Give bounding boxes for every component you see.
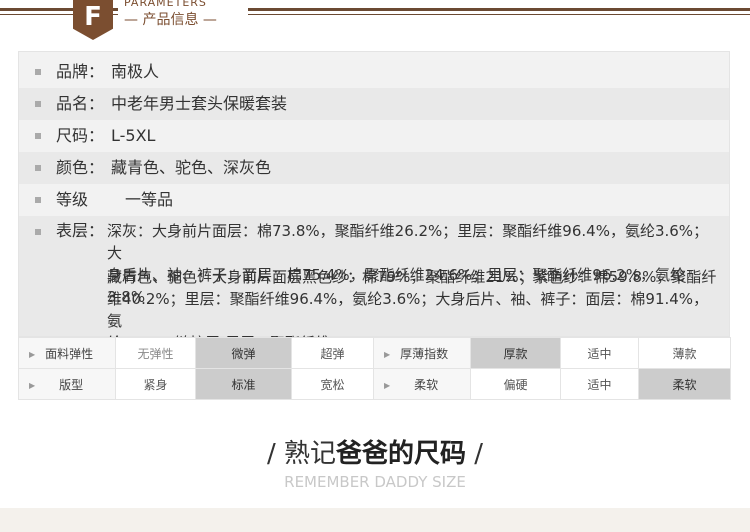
- title-bold: 爸爸的尺码: [335, 439, 466, 469]
- option-soft: 柔软: [638, 368, 731, 400]
- info-value: 南极人: [111, 62, 160, 81]
- option-slim: 紧身: [115, 368, 196, 400]
- option-moderate: 适中: [560, 368, 639, 400]
- size-section-subtitle: REMEMBER DADDY SIZE: [284, 473, 466, 491]
- triangle-right-icon: ▶: [384, 349, 391, 359]
- bullet-icon: [35, 133, 41, 139]
- option-medium: 适中: [560, 337, 639, 369]
- product-info-panel: 品牌： 南极人 品名： 中老年男士套头保暖套装 尺码： L-5XL 颜色： 藏青…: [18, 51, 730, 352]
- fabric-line: 深灰：大身前片面层：棉73.8%，聚酯纤维26.2%；里层：聚酯纤维96.4%，…: [107, 222, 709, 262]
- attribute-label-text: 版型: [59, 377, 84, 392]
- size-section-title: / 熟记爸爸的尺码 /: [0, 433, 750, 470]
- attribute-label-fit: ▶ 版型: [18, 368, 116, 400]
- option-thick: 厚款: [470, 337, 561, 369]
- option-thin: 薄款: [638, 337, 731, 369]
- bullet-icon: [35, 229, 41, 235]
- info-row-name: 品名： 中老年男士套头保暖套装: [19, 88, 729, 120]
- info-value: 一等品: [125, 190, 174, 209]
- attribute-label-thickness: ▶ 厚薄指数: [373, 337, 471, 369]
- info-row-brand: 品牌： 南极人: [19, 56, 729, 88]
- attribute-label-text: 柔软: [414, 377, 439, 392]
- fabric-line: 藏青色、驼色：大身前片面层黑色纱：棉79%，聚酯纤维21%；紫色纱：棉59.8%…: [107, 268, 717, 286]
- section-badge: F: [73, 0, 113, 40]
- attribute-table: ▶ 面料弹性 无弹性 微弹 超弹 ▶ 厚薄指数 厚款 适中 薄款 ▶ 版型 紧身 标准…: [18, 337, 731, 400]
- info-value: L-5XL: [111, 126, 156, 145]
- info-row-color: 颜色： 藏青色、驼色、深灰色: [19, 152, 729, 184]
- option-no-stretch: 无弹性: [115, 337, 196, 369]
- option-super-stretch: 超弹: [291, 337, 374, 369]
- bullet-icon: [35, 197, 41, 203]
- attribute-row: ▶ 版型 紧身 标准 宽松 ▶ 柔软 偏硬 适中 柔软: [18, 368, 731, 400]
- option-stiff: 偏硬: [470, 368, 561, 400]
- attribute-label-elasticity: ▶ 面料弹性: [18, 337, 116, 369]
- info-label: 品名：: [56, 94, 105, 113]
- attribute-label-softness: ▶ 柔软: [373, 368, 471, 400]
- bullet-icon: [35, 69, 41, 75]
- bullet-icon: [35, 101, 41, 107]
- option-standard: 标准: [195, 368, 292, 400]
- option-slight-stretch: 微弹: [195, 337, 292, 369]
- triangle-right-icon: ▶: [384, 380, 391, 390]
- info-value: 中老年男士套头保暖套装: [111, 94, 288, 113]
- title-suffix: /: [466, 439, 484, 469]
- attribute-row: ▶ 面料弹性 无弹性 微弹 超弹 ▶ 厚薄指数 厚款 适中 薄款: [18, 337, 731, 369]
- bottom-band: [0, 508, 750, 532]
- title-prefix: / 熟记: [266, 439, 336, 469]
- info-row-grade: 等级 一等品: [19, 184, 729, 216]
- info-value: 藏青色、驼色、深灰色: [111, 158, 272, 177]
- info-label: 尺码：: [56, 126, 105, 145]
- info-row-size: 尺码： L-5XL: [19, 120, 729, 152]
- attribute-label-text: 面料弹性: [45, 346, 94, 361]
- attribute-label-text: 厚薄指数: [400, 346, 449, 361]
- info-row-fabric: 表层： 深灰：大身前片面层：棉73.8%，聚酯纤维26.2%；里层：聚酯纤维96…: [19, 216, 729, 352]
- triangle-right-icon: ▶: [29, 349, 36, 359]
- option-loose: 宽松: [291, 368, 374, 400]
- info-label: 等级: [56, 190, 89, 209]
- info-label: 品牌：: [56, 62, 105, 81]
- triangle-right-icon: ▶: [29, 380, 36, 390]
- info-label: 表层：: [56, 221, 105, 240]
- header-english: PARAMETERS: [124, 0, 207, 9]
- bullet-icon: [35, 165, 41, 171]
- info-label: 颜色：: [56, 158, 105, 177]
- header-chinese: — 产品信息 —: [124, 12, 217, 28]
- fabric-line: 维40.2%；里层：聚酯纤维96.4%，氨纶3.6%；大身后片、袖、裤子：面层：…: [107, 290, 709, 330]
